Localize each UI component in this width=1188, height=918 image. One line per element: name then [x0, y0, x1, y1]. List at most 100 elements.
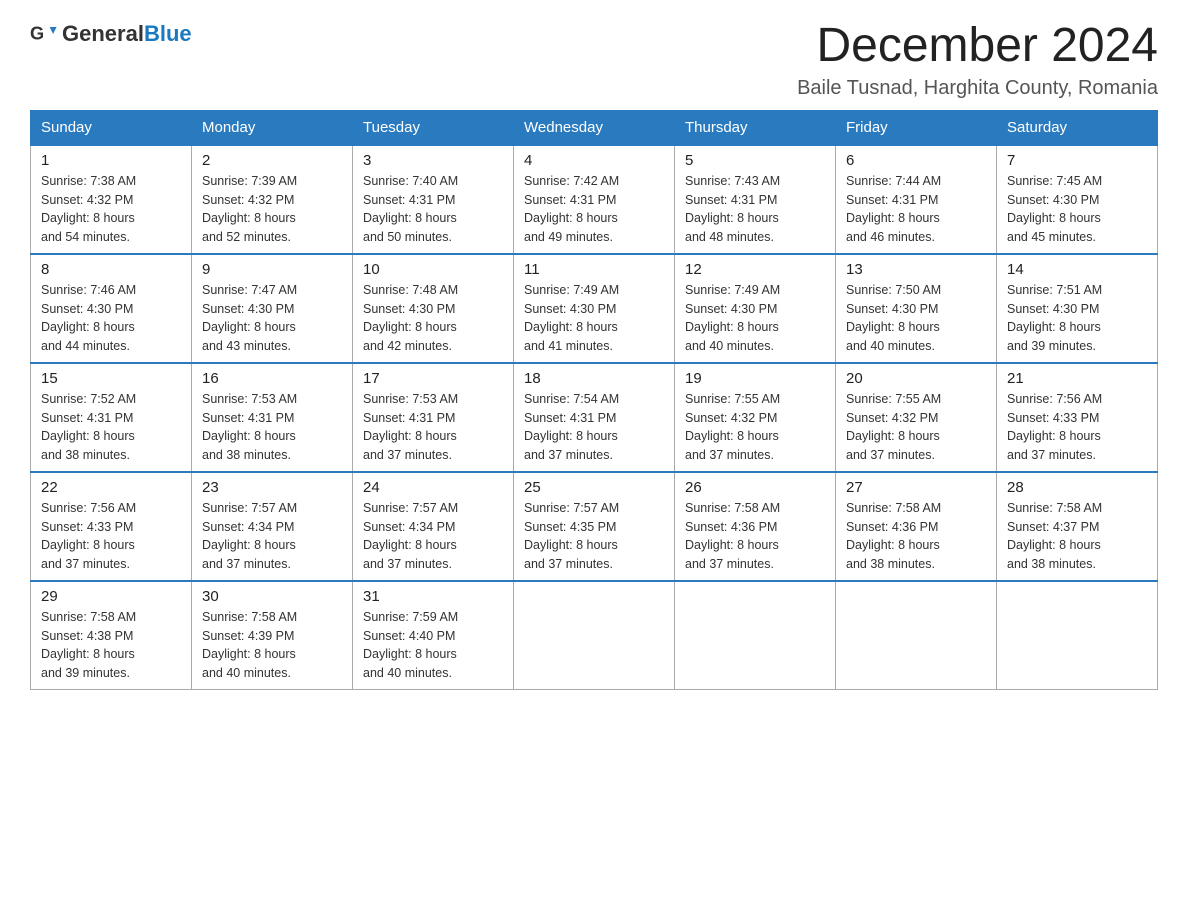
calendar-cell: 11 Sunrise: 7:49 AMSunset: 4:30 PMDayligh… — [514, 254, 675, 363]
day-info: Sunrise: 7:43 AMSunset: 4:31 PMDaylight:… — [685, 172, 825, 247]
day-number: 3 — [363, 152, 503, 169]
logo: G GeneralBlue — [30, 20, 192, 48]
calendar-cell — [514, 581, 675, 690]
day-info: Sunrise: 7:55 AMSunset: 4:32 PMDaylight:… — [685, 390, 825, 465]
calendar-cell: 6 Sunrise: 7:44 AMSunset: 4:31 PMDaylight… — [836, 145, 997, 254]
location-subtitle: Baile Tusnad, Harghita County, Romania — [797, 77, 1158, 100]
day-info: Sunrise: 7:58 AMSunset: 4:36 PMDaylight:… — [846, 499, 986, 574]
day-number: 16 — [202, 370, 342, 387]
day-number: 31 — [363, 588, 503, 605]
calendar-cell: 27 Sunrise: 7:58 AMSunset: 4:36 PMDayligh… — [836, 472, 997, 581]
day-number: 13 — [846, 261, 986, 278]
day-info: Sunrise: 7:58 AMSunset: 4:36 PMDaylight:… — [685, 499, 825, 574]
header-friday: Friday — [836, 110, 997, 145]
svg-text:G: G — [30, 24, 44, 44]
day-info: Sunrise: 7:49 AMSunset: 4:30 PMDaylight:… — [685, 281, 825, 356]
day-number: 10 — [363, 261, 503, 278]
day-number: 18 — [524, 370, 664, 387]
day-info: Sunrise: 7:57 AMSunset: 4:35 PMDaylight:… — [524, 499, 664, 574]
day-number: 26 — [685, 479, 825, 496]
day-number: 19 — [685, 370, 825, 387]
day-info: Sunrise: 7:45 AMSunset: 4:30 PMDaylight:… — [1007, 172, 1147, 247]
calendar-header-row: SundayMondayTuesdayWednesdayThursdayFrid… — [31, 110, 1158, 145]
calendar-cell: 26 Sunrise: 7:58 AMSunset: 4:36 PMDayligh… — [675, 472, 836, 581]
month-title: December 2024 — [797, 20, 1158, 73]
day-info: Sunrise: 7:57 AMSunset: 4:34 PMDaylight:… — [202, 499, 342, 574]
day-number: 14 — [1007, 261, 1147, 278]
day-info: Sunrise: 7:39 AMSunset: 4:32 PMDaylight:… — [202, 172, 342, 247]
day-info: Sunrise: 7:54 AMSunset: 4:31 PMDaylight:… — [524, 390, 664, 465]
day-number: 27 — [846, 479, 986, 496]
calendar-cell: 25 Sunrise: 7:57 AMSunset: 4:35 PMDayligh… — [514, 472, 675, 581]
header-wednesday: Wednesday — [514, 110, 675, 145]
day-number: 29 — [41, 588, 181, 605]
logo-icon: G — [30, 20, 58, 48]
day-info: Sunrise: 7:49 AMSunset: 4:30 PMDaylight:… — [524, 281, 664, 356]
day-number: 2 — [202, 152, 342, 169]
calendar-week-row: 1Sunrise: 7:38 AMSunset: 4:32 PMDaylight… — [31, 145, 1158, 254]
day-number: 20 — [846, 370, 986, 387]
title-area: December 2024 Baile Tusnad, Harghita Cou… — [797, 20, 1158, 100]
day-number: 17 — [363, 370, 503, 387]
calendar-week-row: 22 Sunrise: 7:56 AMSunset: 4:33 PMDayligh… — [31, 472, 1158, 581]
day-number: 8 — [41, 261, 181, 278]
day-info: Sunrise: 7:51 AMSunset: 4:30 PMDaylight:… — [1007, 281, 1147, 356]
day-info: Sunrise: 7:56 AMSunset: 4:33 PMDaylight:… — [41, 499, 181, 574]
day-info: Sunrise: 7:55 AMSunset: 4:32 PMDaylight:… — [846, 390, 986, 465]
day-info: Sunrise: 7:44 AMSunset: 4:31 PMDaylight:… — [846, 172, 986, 247]
day-number: 9 — [202, 261, 342, 278]
day-info: Sunrise: 7:53 AMSunset: 4:31 PMDaylight:… — [363, 390, 503, 465]
day-number: 11 — [524, 261, 664, 278]
calendar-cell: 12Sunrise: 7:49 AMSunset: 4:30 PMDayligh… — [675, 254, 836, 363]
calendar-cell: 9 Sunrise: 7:47 AMSunset: 4:30 PMDaylight… — [192, 254, 353, 363]
day-number: 4 — [524, 152, 664, 169]
calendar-cell: 4Sunrise: 7:42 AMSunset: 4:31 PMDaylight… — [514, 145, 675, 254]
calendar-cell: 8Sunrise: 7:46 AMSunset: 4:30 PMDaylight… — [31, 254, 192, 363]
day-info: Sunrise: 7:38 AMSunset: 4:32 PMDaylight:… — [41, 172, 181, 247]
day-info: Sunrise: 7:59 AMSunset: 4:40 PMDaylight:… — [363, 608, 503, 683]
day-info: Sunrise: 7:52 AMSunset: 4:31 PMDaylight:… — [41, 390, 181, 465]
calendar-week-row: 8Sunrise: 7:46 AMSunset: 4:30 PMDaylight… — [31, 254, 1158, 363]
calendar-cell: 30 Sunrise: 7:58 AMSunset: 4:39 PMDayligh… — [192, 581, 353, 690]
calendar-cell: 28 Sunrise: 7:58 AMSunset: 4:37 PMDayligh… — [997, 472, 1158, 581]
calendar-cell: 17 Sunrise: 7:53 AMSunset: 4:31 PMDayligh… — [353, 363, 514, 472]
day-info: Sunrise: 7:48 AMSunset: 4:30 PMDaylight:… — [363, 281, 503, 356]
calendar-cell: 24Sunrise: 7:57 AMSunset: 4:34 PMDayligh… — [353, 472, 514, 581]
day-number: 22 — [41, 479, 181, 496]
day-number: 25 — [524, 479, 664, 496]
calendar-cell: 10 Sunrise: 7:48 AMSunset: 4:30 PMDayligh… — [353, 254, 514, 363]
calendar-cell: 15 Sunrise: 7:52 AMSunset: 4:31 PMDayligh… — [31, 363, 192, 472]
page-header: G GeneralBlue December 2024 Baile Tusnad… — [30, 20, 1158, 100]
day-info: Sunrise: 7:56 AMSunset: 4:33 PMDaylight:… — [1007, 390, 1147, 465]
day-info: Sunrise: 7:58 AMSunset: 4:39 PMDaylight:… — [202, 608, 342, 683]
calendar-cell: 3 Sunrise: 7:40 AMSunset: 4:31 PMDaylight… — [353, 145, 514, 254]
calendar-cell: 2 Sunrise: 7:39 AMSunset: 4:32 PMDaylight… — [192, 145, 353, 254]
header-tuesday: Tuesday — [353, 110, 514, 145]
day-info: Sunrise: 7:58 AMSunset: 4:38 PMDaylight:… — [41, 608, 181, 683]
day-number: 24 — [363, 479, 503, 496]
calendar-cell: 21 Sunrise: 7:56 AMSunset: 4:33 PMDayligh… — [997, 363, 1158, 472]
calendar-cell — [997, 581, 1158, 690]
calendar-cell: 29 Sunrise: 7:58 AMSunset: 4:38 PMDayligh… — [31, 581, 192, 690]
day-number: 15 — [41, 370, 181, 387]
calendar-cell: 23Sunrise: 7:57 AMSunset: 4:34 PMDayligh… — [192, 472, 353, 581]
day-number: 28 — [1007, 479, 1147, 496]
calendar-cell: 31 Sunrise: 7:59 AMSunset: 4:40 PMDayligh… — [353, 581, 514, 690]
header-saturday: Saturday — [997, 110, 1158, 145]
calendar-week-row: 15 Sunrise: 7:52 AMSunset: 4:31 PMDayligh… — [31, 363, 1158, 472]
day-number: 21 — [1007, 370, 1147, 387]
header-thursday: Thursday — [675, 110, 836, 145]
calendar-cell: 7Sunrise: 7:45 AMSunset: 4:30 PMDaylight… — [997, 145, 1158, 254]
day-info: Sunrise: 7:58 AMSunset: 4:37 PMDaylight:… — [1007, 499, 1147, 574]
day-info: Sunrise: 7:40 AMSunset: 4:31 PMDaylight:… — [363, 172, 503, 247]
calendar-cell: 18 Sunrise: 7:54 AMSunset: 4:31 PMDayligh… — [514, 363, 675, 472]
calendar-cell: 1Sunrise: 7:38 AMSunset: 4:32 PMDaylight… — [31, 145, 192, 254]
header-sunday: Sunday — [31, 110, 192, 145]
day-info: Sunrise: 7:50 AMSunset: 4:30 PMDaylight:… — [846, 281, 986, 356]
day-number: 30 — [202, 588, 342, 605]
day-number: 5 — [685, 152, 825, 169]
day-info: Sunrise: 7:47 AMSunset: 4:30 PMDaylight:… — [202, 281, 342, 356]
calendar-cell: 16Sunrise: 7:53 AMSunset: 4:31 PMDayligh… — [192, 363, 353, 472]
day-number: 6 — [846, 152, 986, 169]
calendar-cell: 22 Sunrise: 7:56 AMSunset: 4:33 PMDayligh… — [31, 472, 192, 581]
